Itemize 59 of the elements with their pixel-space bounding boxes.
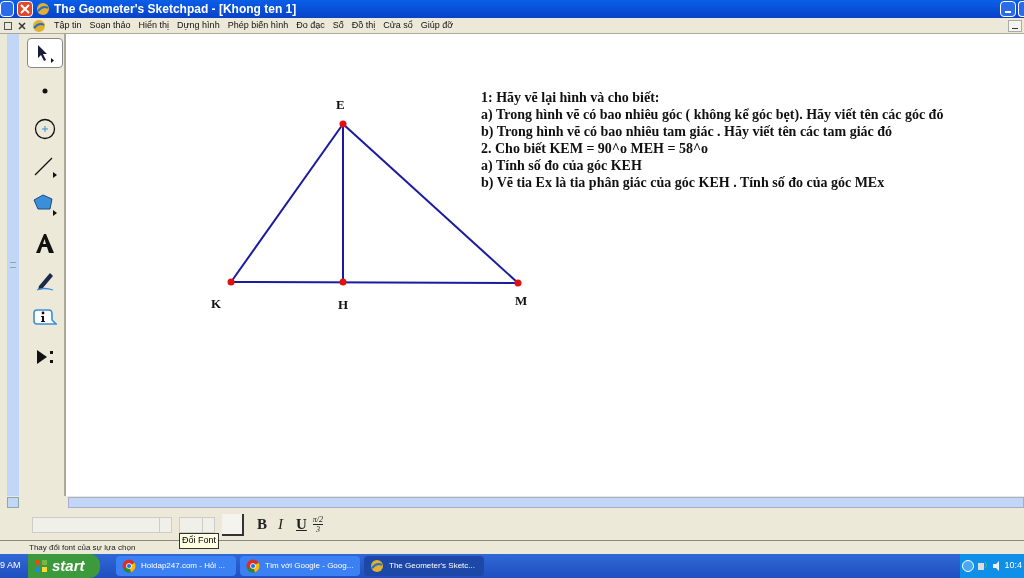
point-label: H — [338, 298, 349, 311]
menu-item[interactable]: Cửa sổ — [383, 18, 413, 33]
speaker-icon — [991, 560, 1002, 572]
close-icon[interactable] — [18, 21, 26, 30]
tool-button[interactable] — [27, 38, 63, 68]
math-format-button[interactable]: π/2 3 — [312, 515, 324, 534]
point-icon — [42, 88, 48, 94]
chrome-icon — [122, 559, 136, 573]
menu-item[interactable]: Soạn thảo — [89, 18, 131, 33]
color-button[interactable] — [222, 513, 244, 536]
maximize-button[interactable] — [1018, 1, 1024, 17]
pen-icon — [34, 270, 56, 292]
caption-line: 2. Cho biết KEM = 90^o MEH = 58^o — [481, 140, 710, 157]
start-button[interactable]: start — [28, 554, 100, 578]
play-dots-icon — [34, 347, 56, 367]
menu-item[interactable]: Giúp đỡ — [420, 18, 454, 33]
point-label: K — [211, 297, 222, 310]
minimize-button[interactable] — [1008, 19, 1022, 32]
caption-line: a) Tính số đo của góc KEH — [481, 157, 643, 174]
italic-button[interactable]: I — [278, 513, 283, 536]
point-label: E — [336, 98, 345, 111]
caption-line: b) Trong hình vẽ có bao nhiêu tam giác . Hãy viết tên các tam giác đó — [481, 123, 894, 140]
clock-text: 10:4 — [1004, 559, 1022, 573]
menu-item[interactable]: Đồ thị — [351, 18, 376, 33]
restore-button[interactable] — [0, 1, 14, 17]
network-icon — [976, 560, 989, 572]
status-text: Thay đổi font của sự lựa chọn — [29, 541, 136, 554]
document-icon — [32, 18, 46, 33]
menu-item[interactable]: Dựng hình — [177, 18, 220, 33]
taskbar-button[interactable]: Hoidap247.com - Hỏi ... — [116, 556, 236, 576]
menu-item[interactable]: Phép biến hình — [227, 18, 289, 33]
app-icon — [370, 559, 384, 573]
menu-item[interactable]: Hiển thị — [138, 18, 170, 33]
close-icon — [20, 4, 30, 14]
caption-line: a) Trong hình vẽ có bao nhiêu góc ( không kể góc bẹt). Hãy viết tên các góc đó — [481, 106, 945, 123]
letter-a-icon — [34, 232, 56, 254]
expand-tray-icon[interactable] — [962, 560, 974, 572]
chrome-icon — [246, 559, 260, 573]
taskbar-button[interactable]: The Geometer's Sketc... — [364, 556, 484, 576]
point-label: M — [515, 294, 528, 307]
taskbar-button[interactable]: Tìm với Google - Goog... — [240, 556, 360, 576]
tooltip: Đổi Font — [179, 533, 219, 549]
caption-line: 1: Hãy vẽ lại hình và cho biết: — [481, 89, 661, 106]
menu-item[interactable]: Đo đạc — [296, 18, 325, 33]
window-title: The Geometer's Sketchpad - [Khong ten 1] — [54, 1, 297, 18]
app-icon — [36, 2, 50, 16]
compass-icon — [34, 118, 56, 140]
restore-icon[interactable] — [4, 21, 12, 30]
close-button[interactable] — [17, 1, 33, 17]
line-icon — [32, 155, 58, 179]
menu-item[interactable]: Số — [332, 18, 344, 33]
menu-item[interactable]: Tập tin — [54, 18, 82, 33]
bold-button[interactable]: B — [257, 513, 267, 536]
clock-text: 9 AM — [0, 559, 22, 573]
pentagon-icon — [32, 193, 58, 217]
caption-line: b) Vẽ tia Ex là tia phân giác của góc KEH . Tính số đo của góc MEx — [481, 174, 886, 191]
windows-logo-icon — [34, 559, 48, 573]
horizontal-scrollbar[interactable] — [68, 497, 1024, 508]
underline-button[interactable]: U — [296, 513, 307, 536]
